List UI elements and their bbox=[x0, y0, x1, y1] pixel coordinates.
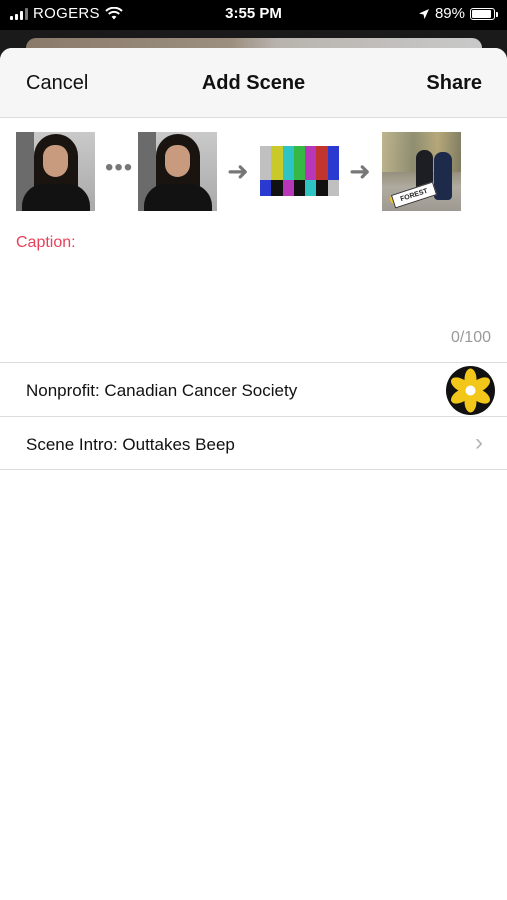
color-bar bbox=[260, 146, 272, 180]
battery-fill bbox=[472, 9, 491, 18]
navigation-bar: Cancel Add Scene Share bbox=[0, 48, 507, 118]
scene-intro-label: Scene Intro: Outtakes Beep bbox=[26, 435, 235, 454]
battery-percent: 89% bbox=[434, 5, 465, 22]
share-button[interactable]: Share bbox=[426, 72, 482, 95]
color-bar bbox=[305, 146, 317, 180]
color-bar-bottom bbox=[271, 180, 283, 196]
color-bars-top bbox=[260, 146, 339, 180]
color-bar-bottom bbox=[282, 180, 294, 196]
color-bars-bottom bbox=[260, 180, 339, 196]
final-scene-thumbnail[interactable]: FOREST bbox=[382, 132, 461, 211]
scene-strip: ••• ➜ ➜ FOREST bbox=[0, 132, 507, 212]
color-bar-bottom bbox=[293, 180, 306, 196]
arrow-right-icon: ➜ bbox=[227, 156, 249, 186]
daffodil-logo-icon bbox=[446, 366, 495, 415]
color-bar bbox=[327, 146, 339, 180]
color-bar bbox=[282, 146, 294, 180]
color-bar-bottom bbox=[327, 180, 339, 196]
nonprofit-label: Nonprofit: Canadian Cancer Society bbox=[26, 381, 298, 400]
forest-sticker: FOREST bbox=[390, 181, 438, 209]
caption-label[interactable]: Caption: bbox=[16, 234, 76, 252]
status-right: 89% bbox=[418, 5, 498, 22]
add-scene-sheet: Cancel Add Scene Share ••• ➜ ➜ FOREST Ca… bbox=[0, 48, 507, 900]
scene-intro-row[interactable]: Scene Intro: Outtakes Beep › bbox=[0, 416, 507, 470]
nonprofit-row[interactable]: Nonprofit: Canadian Cancer Society bbox=[0, 362, 507, 416]
first-frame-thumbnail[interactable] bbox=[16, 132, 95, 211]
intro-color-bars-thumbnail[interactable] bbox=[260, 146, 339, 196]
color-bar bbox=[293, 146, 306, 180]
last-frame-thumbnail[interactable] bbox=[138, 132, 217, 211]
location-arrow-icon bbox=[418, 8, 429, 19]
status-bar: ROGERS 3:55 PM 89% bbox=[0, 0, 507, 30]
color-bar-bottom bbox=[316, 180, 328, 196]
battery-icon bbox=[470, 7, 498, 20]
color-bar bbox=[316, 146, 328, 180]
ellipsis-icon: ••• bbox=[105, 154, 134, 181]
chevron-right-icon: › bbox=[475, 429, 483, 456]
color-bar bbox=[271, 146, 283, 180]
arrow-right-icon: ➜ bbox=[349, 156, 371, 186]
color-bar-bottom bbox=[260, 180, 272, 196]
caption-character-counter: 0/100 bbox=[450, 329, 491, 346]
color-bar-bottom bbox=[305, 180, 317, 196]
